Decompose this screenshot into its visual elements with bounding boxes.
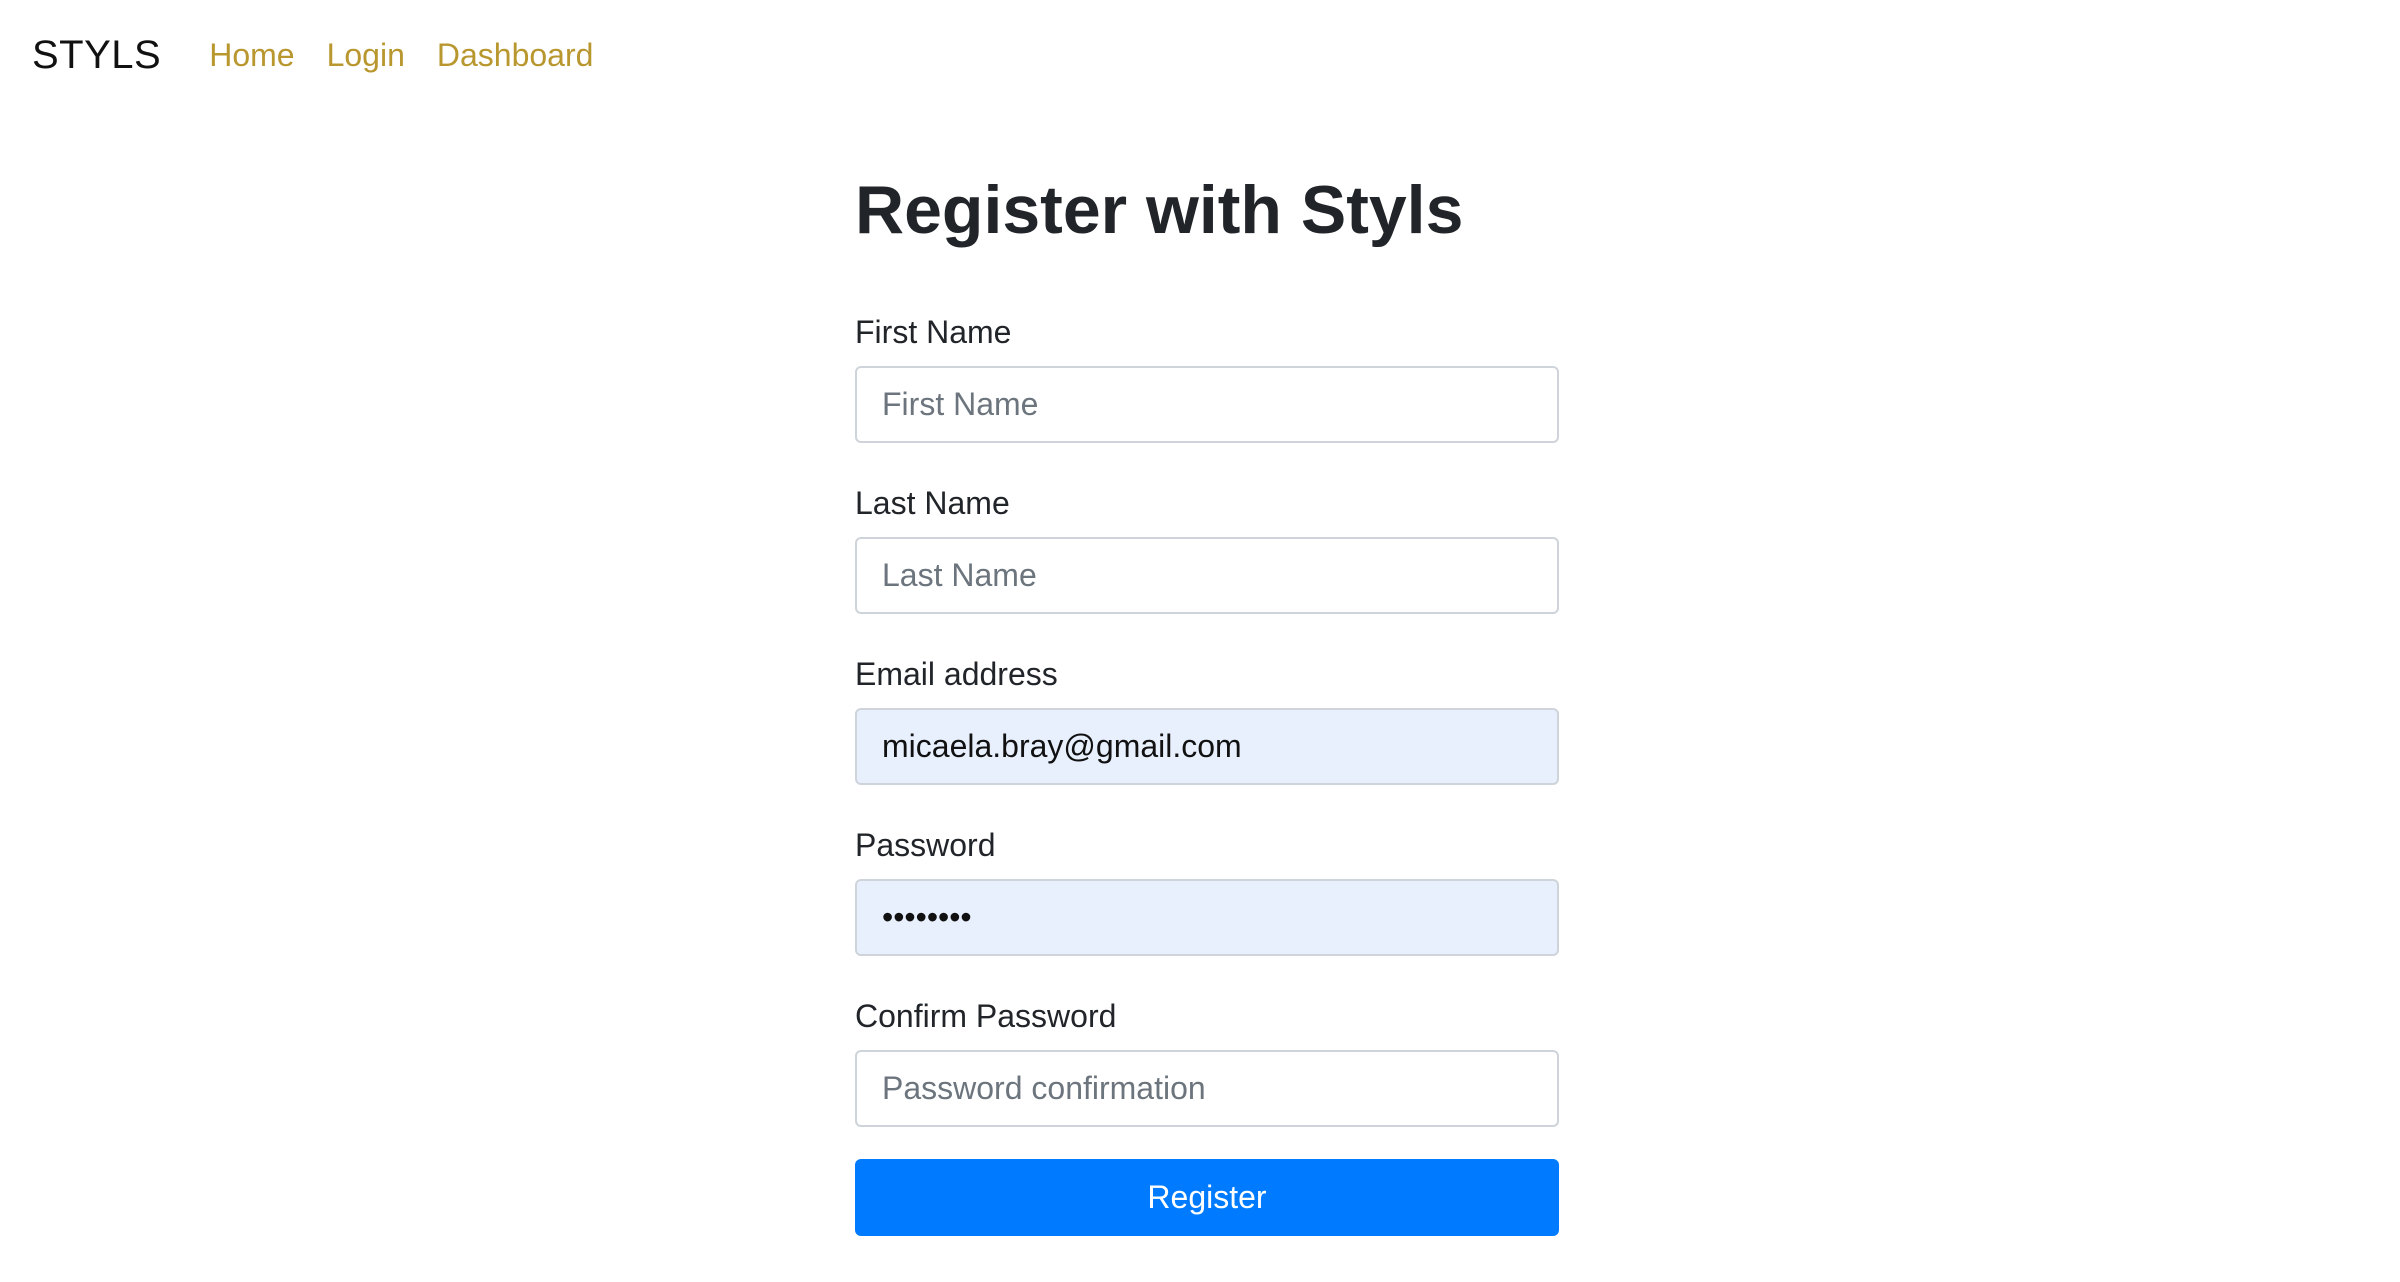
email-group: Email address [855, 654, 1559, 785]
register-form: First Name Last Name Email address Passw… [855, 312, 1559, 1236]
brand-logo[interactable]: STYLS [32, 33, 161, 78]
password-input[interactable] [855, 879, 1559, 956]
nav-link-home[interactable]: Home [209, 37, 294, 74]
first-name-input[interactable] [855, 366, 1559, 443]
confirm-password-group: Confirm Password [855, 996, 1559, 1127]
first-name-label: First Name [855, 314, 1012, 350]
register-button[interactable]: Register [855, 1159, 1559, 1236]
last-name-group: Last Name [855, 483, 1559, 614]
top-navbar: STYLS Home Login Dashboard [0, 0, 2400, 110]
confirm-password-input[interactable] [855, 1050, 1559, 1127]
first-name-group: First Name [855, 312, 1559, 443]
password-label: Password [855, 827, 996, 863]
email-label: Email address [855, 656, 1058, 692]
confirm-password-label: Confirm Password [855, 998, 1117, 1034]
nav-link-login[interactable]: Login [327, 37, 405, 74]
last-name-input[interactable] [855, 537, 1559, 614]
nav-link-dashboard[interactable]: Dashboard [437, 37, 594, 74]
last-name-label: Last Name [855, 485, 1010, 521]
page-title: Register with Styls [855, 172, 1464, 248]
password-group: Password [855, 825, 1559, 956]
register-form-container: Register with Styls First Name Last Name… [855, 160, 1559, 1236]
email-input[interactable] [855, 708, 1559, 785]
